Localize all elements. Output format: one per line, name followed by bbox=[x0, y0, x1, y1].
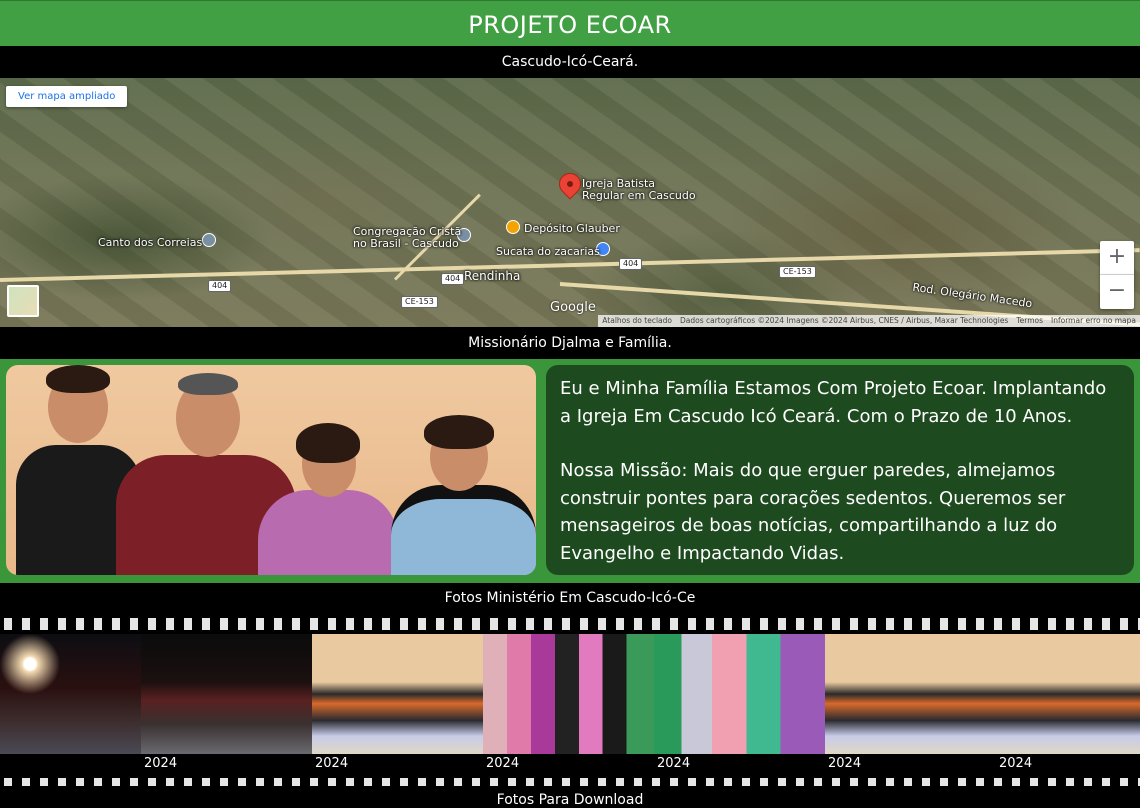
town-label: Rendinha bbox=[464, 269, 521, 283]
road-shield: CE-153 bbox=[779, 266, 816, 278]
film-sprocket-top bbox=[0, 618, 1140, 630]
person-hair bbox=[46, 365, 110, 393]
poi-sucata[interactable]: Sucata do zacarias bbox=[496, 246, 600, 258]
location-pin-icon[interactable] bbox=[554, 168, 586, 200]
zoom-out-button[interactable]: − bbox=[1100, 275, 1134, 309]
embedded-map[interactable]: Ver mapa ampliado Igreja Batista Regular… bbox=[0, 78, 1140, 327]
gallery-photo[interactable] bbox=[141, 634, 312, 754]
person-hair bbox=[424, 415, 494, 449]
mission-text-panel: Eu e Minha Família Estamos Com Projeto E… bbox=[546, 365, 1134, 575]
poi-congregacao[interactable]: Congregação Cristã no Brasil - Cascudo bbox=[353, 226, 461, 250]
place-icon[interactable] bbox=[202, 233, 216, 247]
person-figure bbox=[391, 485, 536, 575]
zoom-in-button[interactable]: + bbox=[1100, 241, 1134, 275]
person-hair bbox=[296, 423, 360, 463]
poi-canto[interactable]: Canto dos Correias bbox=[98, 237, 202, 249]
filmstrip-frames bbox=[0, 634, 1140, 754]
person-hair bbox=[178, 373, 238, 395]
map-layer-toggle[interactable] bbox=[7, 285, 39, 317]
keyboard-shortcuts-link[interactable]: Atalhos do teclado bbox=[602, 315, 672, 327]
google-logo: Google bbox=[550, 300, 596, 315]
gallery-photo[interactable] bbox=[312, 634, 483, 754]
photo-filmstrip[interactable]: 2024 2024 2024 2024 2024 2024 bbox=[0, 614, 1140, 786]
map-data-credit: Dados cartográficos ©2024 Imagens ©2024 … bbox=[679, 316, 1009, 325]
gallery-photo[interactable] bbox=[654, 634, 825, 754]
view-larger-map-link[interactable]: Ver mapa ampliado bbox=[6, 86, 128, 107]
poi-deposito[interactable]: Depósito Glauber bbox=[524, 223, 620, 235]
shop-icon[interactable] bbox=[506, 220, 520, 234]
film-sprocket-bottom bbox=[0, 778, 1140, 786]
family-section: Eu e Minha Família Estamos Com Projeto E… bbox=[0, 359, 1140, 583]
map-attribution: Atalhos do teclado Dados cartográficos ©… bbox=[598, 315, 1140, 327]
gallery-photo[interactable] bbox=[996, 634, 1140, 754]
photo-caption: 2024 bbox=[657, 756, 691, 771]
photo-caption: 2024 bbox=[828, 756, 862, 771]
photo-caption: 2024 bbox=[999, 756, 1033, 771]
report-error-link[interactable]: Informar erro no mapa bbox=[1051, 315, 1136, 327]
gallery-photo[interactable] bbox=[483, 634, 654, 754]
family-intro-text: Eu e Minha Família Estamos Com Projeto E… bbox=[560, 378, 1107, 427]
road-shield: 404 bbox=[441, 273, 465, 285]
photo-caption: 2024 bbox=[144, 756, 178, 771]
road-shield: 404 bbox=[208, 280, 232, 292]
person-figure bbox=[258, 490, 398, 575]
location-heading: Cascudo-Icó-Ceará. bbox=[0, 46, 1140, 78]
gallery-photo[interactable] bbox=[0, 634, 141, 754]
family-photo bbox=[6, 365, 536, 575]
photo-caption: 2024 bbox=[315, 756, 349, 771]
photos-heading: Fotos Ministério Em Cascudo-Icó-Ce bbox=[0, 583, 1140, 614]
mission-statement-text: Nossa Missão: Mais do que erguer paredes… bbox=[560, 460, 1066, 564]
pin-label[interactable]: Igreja Batista Regular em Cascudo bbox=[582, 178, 696, 202]
road-label: Rod. Olegário Macedo bbox=[911, 280, 1034, 311]
photo-caption: 2024 bbox=[486, 756, 520, 771]
road-shield: CE-153 bbox=[401, 296, 438, 308]
road-shield: 404 bbox=[619, 258, 643, 270]
gallery-photo[interactable] bbox=[825, 634, 996, 754]
page-title: PROJETO ECOAR bbox=[0, 0, 1140, 46]
family-heading: Missionário Djalma e Família. bbox=[0, 327, 1140, 359]
download-heading[interactable]: Fotos Para Download bbox=[0, 786, 1140, 806]
photo-captions: 2024 2024 2024 2024 2024 2024 bbox=[142, 754, 1140, 774]
terms-link[interactable]: Termos bbox=[1016, 315, 1043, 327]
